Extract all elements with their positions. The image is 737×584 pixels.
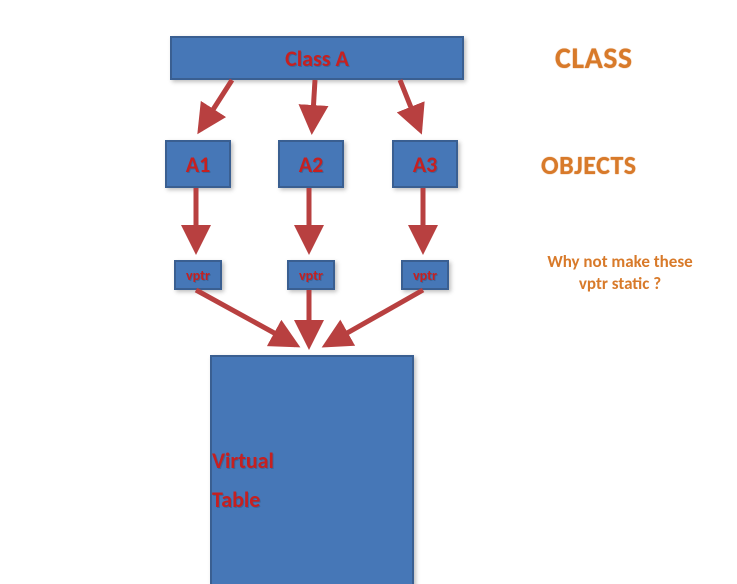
vptr-1-label: vptr <box>186 267 210 284</box>
side-label-objects: OBJECTS <box>541 149 637 181</box>
class-box: Class A <box>170 36 464 80</box>
vptr-3: vptr <box>401 260 449 290</box>
object-a2-label: A2 <box>299 151 323 178</box>
side-label-class: CLASS <box>555 40 633 77</box>
side-note-vptr: Why not make these vptr static ? <box>540 251 700 295</box>
object-a3-label: A3 <box>413 151 437 178</box>
object-a1-label: A1 <box>186 151 210 178</box>
vptr-1: vptr <box>174 260 222 290</box>
vptr-2-label: vptr <box>299 267 323 284</box>
vptr-3-label: vptr <box>413 267 437 284</box>
vptr-2: vptr <box>287 260 335 290</box>
object-a3: A3 <box>392 140 458 188</box>
object-a1: A1 <box>165 140 231 188</box>
vtable-label-1: Virtual <box>212 447 274 474</box>
object-a2: A2 <box>278 140 344 188</box>
vtable-box: Virtual Table <box>210 355 414 584</box>
vtable-label-2: Table <box>212 486 260 513</box>
class-box-label: Class A <box>285 45 349 72</box>
